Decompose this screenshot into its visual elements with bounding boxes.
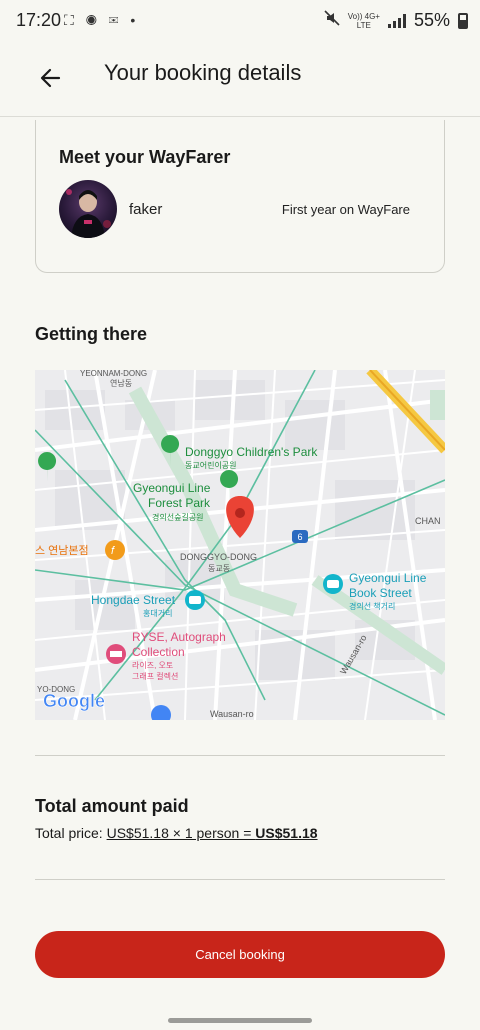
total-price-final: US$51.18 xyxy=(255,825,318,841)
restaurant-icon[interactable] xyxy=(105,540,125,560)
page-title: Your booking details xyxy=(104,60,302,85)
map-label-hongdae-kr: 홍대거리 xyxy=(143,608,172,618)
host-card: Meet your WayFarer faker First year on W… xyxy=(35,120,445,273)
status-time: 17:20 xyxy=(16,10,62,30)
mute-icon xyxy=(324,10,340,31)
map-label-ryse-l1: RYSE, Autograph xyxy=(132,630,226,644)
host-name: faker xyxy=(129,201,163,218)
getting-there-title: Getting there xyxy=(35,324,148,344)
app-header: Your booking details xyxy=(0,42,480,117)
road-6-label: 6 xyxy=(297,532,302,542)
home-indicator[interactable] xyxy=(168,1018,312,1023)
status-bar: 17:20 ⛶ ◉ ✉ • Vo)) 4G+ LTE 55% xyxy=(0,0,480,42)
map-label-book-l2: Book Street xyxy=(349,586,412,600)
map-label-wausan2: Wausan-ro xyxy=(210,709,254,719)
notification-icons: ⛶ ◉ ✉ • xyxy=(64,12,140,28)
host-card-title: Meet your WayFarer xyxy=(59,147,231,167)
map[interactable]: 6 YEONNAM-DONG 연남동 Donggyo Children's Pa… xyxy=(35,370,445,720)
total-price-label: Total price: xyxy=(35,825,107,841)
battery-icon xyxy=(458,12,468,29)
signal-icon xyxy=(387,13,406,28)
total-price-calc: US$51.18 × 1 person = xyxy=(106,825,256,841)
map-label-park1: Donggyo Children's Park xyxy=(185,445,318,459)
map-label-park2-kr: 경의선숲길공원 xyxy=(152,512,204,522)
map-label-chan: CHAN xyxy=(415,516,441,526)
map-label-hongdae: Hongdae Street xyxy=(91,593,176,607)
battery-text: 55% xyxy=(413,10,450,30)
map-label-store: 스 연남본점 xyxy=(35,544,89,557)
map-label-park2-l2: Forest Park xyxy=(148,496,211,510)
map-label-ryse-l2: Collection xyxy=(132,645,185,659)
cancel-booking-button[interactable]: Cancel booking xyxy=(35,931,445,978)
map-label-park1-kr: 동교어린이공원 xyxy=(185,460,237,470)
map-label-book-kr: 경의선 책거리 xyxy=(349,601,395,611)
google-logo: Google xyxy=(43,691,105,711)
map-label-donggyo: DONGGYO-DONG xyxy=(180,552,257,562)
map-label-donggyo-kr: 동교동 xyxy=(208,564,230,573)
host-since: First year on WayFare xyxy=(281,202,410,217)
total-title: Total amount paid xyxy=(35,796,189,816)
map-label-ryse-kr2: 그래프 컬렉션 xyxy=(132,671,178,681)
map-label-yeonnam-kr: 연남동 xyxy=(110,379,132,388)
network-type: Vo)) 4G+ LTE xyxy=(347,11,380,30)
svg-text:𝑓: 𝑓 xyxy=(111,545,115,557)
map-label-book-l1: Gyeongui Line xyxy=(349,571,427,585)
avatar[interactable] xyxy=(59,180,117,238)
divider xyxy=(35,879,445,880)
map-label-ryse-kr1: 라이즈, 오토 xyxy=(132,660,173,670)
map-label-park2-l1: Gyeongui Line xyxy=(133,481,211,495)
total-price: Total price: US$51.18 × 1 person = US$51… xyxy=(35,825,318,841)
status-right: Vo)) 4G+ LTE 55% xyxy=(324,10,468,31)
map-label-yeonnam: YEONNAM-DONG xyxy=(80,370,147,378)
divider xyxy=(35,755,445,756)
back-button[interactable] xyxy=(34,62,66,94)
arrow-left-icon xyxy=(40,68,61,88)
